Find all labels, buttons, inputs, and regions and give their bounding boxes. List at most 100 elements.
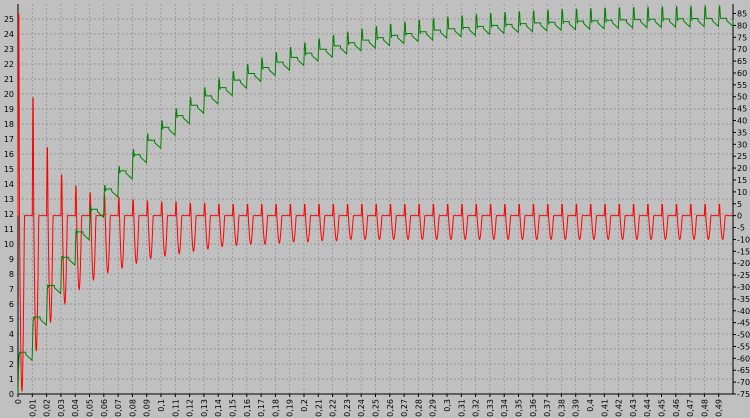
x-axis-tick-label: 0,17 <box>257 399 266 417</box>
x-axis-tick-label: 0,28 <box>414 399 423 417</box>
left-axis-tick-label: 1 <box>9 375 14 384</box>
right-axis-tick-label: -75 <box>737 390 750 399</box>
right-axis-tick-label: 70 <box>737 45 747 54</box>
x-axis-tick-label: 0,32 <box>472 399 481 417</box>
left-axis-tick-label: 21 <box>4 75 14 84</box>
right-axis-tick-label: 85 <box>737 10 747 19</box>
x-axis-tick-label: 0,16 <box>243 399 252 417</box>
right-axis-tick-label: -25 <box>737 271 750 280</box>
x-axis-tick-label: 0,33 <box>486 399 495 417</box>
left-axis-tick-label: 2 <box>9 360 14 369</box>
x-axis-tick-label: 0,34 <box>500 399 509 417</box>
right-axis-tick-label: -5 <box>737 224 745 233</box>
left-axis-tick-label: 10 <box>4 240 14 249</box>
x-axis-tick-label: 0,39 <box>572 399 581 417</box>
x-axis-tick-label: 0,12 <box>186 399 195 417</box>
x-axis-tick-label: 0,36 <box>529 399 538 417</box>
x-axis-tick-label: 0,05 <box>86 399 95 417</box>
x-axis-tick-label: 0,41 <box>600 399 609 417</box>
right-axis-tick-label: -15 <box>737 247 750 256</box>
left-axis-tick-label: 3 <box>9 345 14 354</box>
chart-background <box>0 0 750 418</box>
x-axis-tick-label: 0,45 <box>658 399 667 417</box>
x-axis-tick-label: 0,38 <box>557 399 566 417</box>
x-axis-tick-label: 0,25 <box>372 399 381 417</box>
left-axis-tick-label: 20 <box>4 90 14 99</box>
x-axis-tick-label: 0,08 <box>128 399 137 417</box>
right-axis-tick-label: 5 <box>737 200 742 209</box>
x-axis-tick-label: 0,22 <box>329 399 338 417</box>
x-axis-tick-label: 0,42 <box>615 399 624 417</box>
left-axis-tick-label: 19 <box>4 105 14 114</box>
left-axis-tick-label: 13 <box>4 195 14 204</box>
x-axis-tick-label: 0,03 <box>57 399 66 417</box>
right-axis-tick-label: -40 <box>737 307 750 316</box>
left-axis-tick-label: 0 <box>9 390 14 399</box>
x-axis-tick-label: 0,13 <box>200 399 209 417</box>
left-axis-tick-label: 25 <box>4 15 14 24</box>
right-axis-tick-label: 45 <box>737 105 747 114</box>
right-axis-tick-label: 65 <box>737 57 747 66</box>
x-axis-tick-label: 0,29 <box>429 399 438 417</box>
left-axis-tick-label: 5 <box>9 315 14 324</box>
right-axis-tick-label: -50 <box>737 331 750 340</box>
x-axis-tick-label: 0,09 <box>143 399 152 417</box>
right-axis-tick-label: -20 <box>737 259 750 268</box>
x-axis-tick-label: 0,18 <box>271 399 280 417</box>
left-axis-tick-label: 8 <box>9 270 14 279</box>
right-axis-tick-label: -65 <box>737 366 750 375</box>
left-axis-tick-label: 14 <box>4 180 14 189</box>
chart: 0123456789101112131415161718192021222324… <box>0 0 750 418</box>
x-axis-tick-label: 0,23 <box>343 399 352 417</box>
left-axis-tick-label: 11 <box>4 225 14 234</box>
left-axis-tick-label: 16 <box>4 150 14 159</box>
left-axis-tick-label: 12 <box>4 210 14 219</box>
left-axis-tick-label: 22 <box>4 60 14 69</box>
right-axis-tick-label: -35 <box>737 295 750 304</box>
right-axis-tick-label: 15 <box>737 176 747 185</box>
left-axis-tick-label: 24 <box>4 30 14 39</box>
right-axis-tick-label: -45 <box>737 319 750 328</box>
right-axis-tick-label: 35 <box>737 128 747 137</box>
left-axis-tick-label: 4 <box>9 330 14 339</box>
x-axis-tick-label: 0,44 <box>643 399 652 417</box>
right-axis-tick-label: -70 <box>737 378 750 387</box>
x-axis-tick-label: 0,43 <box>629 399 638 417</box>
left-axis-tick-label: 17 <box>4 135 14 144</box>
x-axis-tick-label: 0,48 <box>700 399 709 417</box>
x-axis-tick-label: 0,1 <box>157 399 166 412</box>
right-axis-tick-label: -30 <box>737 283 750 292</box>
right-axis-tick-label: 40 <box>737 117 747 126</box>
right-axis-tick-label: 75 <box>737 33 747 42</box>
right-axis-tick-label: -55 <box>737 342 750 351</box>
left-axis-tick-label: 18 <box>4 120 14 129</box>
right-axis-tick-label: 25 <box>737 152 747 161</box>
x-axis-tick-label: 0,01 <box>28 399 37 417</box>
right-axis-tick-label: 10 <box>737 188 747 197</box>
x-axis-tick-label: 0,47 <box>686 399 695 417</box>
x-axis-tick-label: 0,14 <box>214 399 223 417</box>
x-axis-tick-label: 0,46 <box>672 399 681 417</box>
right-axis-tick-label: 55 <box>737 81 747 90</box>
right-axis-tick-label: -60 <box>737 354 750 363</box>
left-axis-tick-label: 6 <box>9 300 14 309</box>
x-axis-tick-label: 0,49 <box>715 399 724 417</box>
right-axis-tick-label: 30 <box>737 140 747 149</box>
right-axis-tick-label: 0 <box>737 212 742 221</box>
left-axis-tick-label: 23 <box>4 45 14 54</box>
x-axis-tick-label: 0 <box>14 399 23 404</box>
left-axis-tick-label: 9 <box>9 255 14 264</box>
x-axis-tick-label: 0,26 <box>386 399 395 417</box>
x-axis-tick-label: 0,07 <box>114 399 123 417</box>
right-axis-tick-label: 50 <box>737 93 747 102</box>
right-axis-tick-label: -10 <box>737 235 750 244</box>
right-axis-tick-label: 80 <box>737 21 747 30</box>
x-axis-tick-label: 0,35 <box>515 399 524 417</box>
right-axis-tick-label: 20 <box>737 164 747 173</box>
x-axis-tick-label: 0,4 <box>586 399 595 412</box>
x-axis-tick-label: 0,06 <box>100 399 109 417</box>
x-axis-tick-label: 0,19 <box>286 399 295 417</box>
x-axis-tick-label: 0,31 <box>457 399 466 417</box>
right-axis-tick-label: 60 <box>737 69 747 78</box>
x-axis-tick-label: 0,3 <box>443 399 452 412</box>
